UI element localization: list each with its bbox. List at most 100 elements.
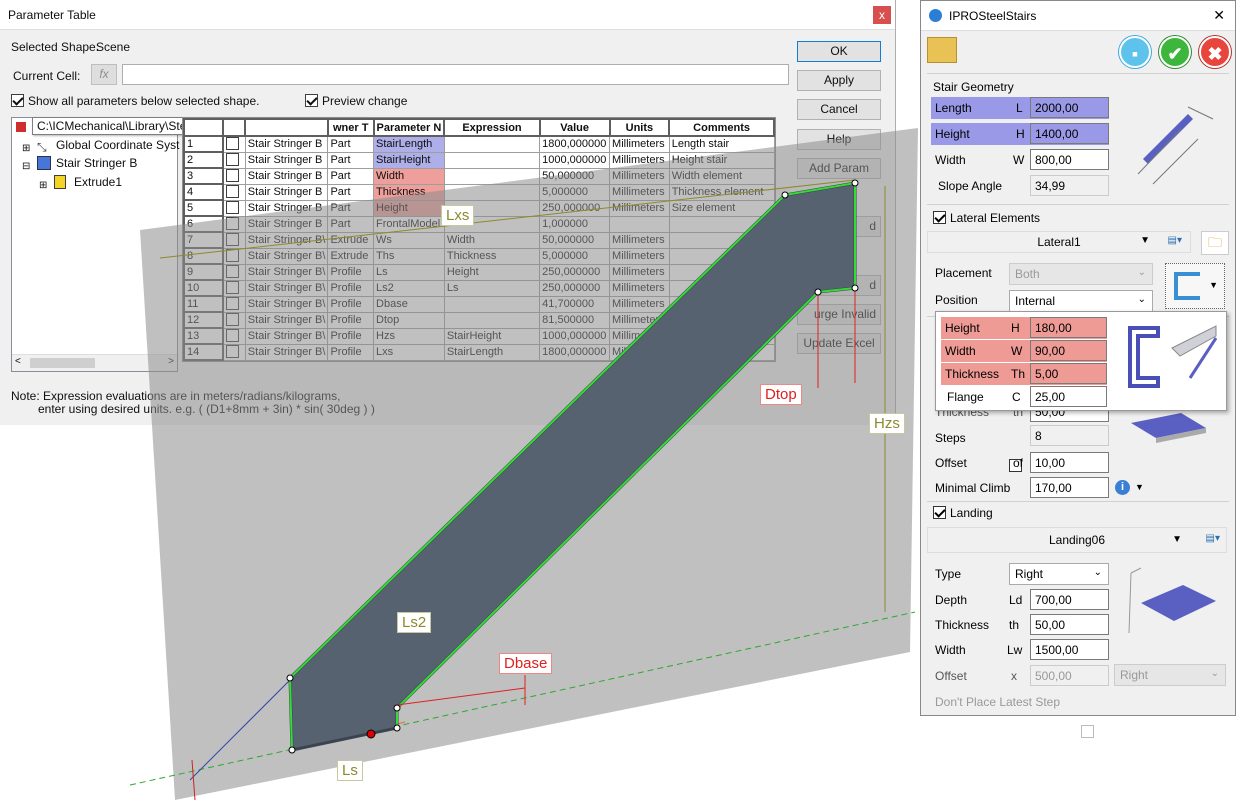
cell-parameter[interactable]: StairLength [373, 135, 445, 153]
partial-button-1[interactable]: d [797, 216, 881, 237]
close-icon[interactable]: x [873, 6, 891, 24]
vertex-point[interactable] [286, 674, 294, 682]
table-row[interactable]: 9 Stair Stringer B\ Profile Ls Height 250,000… [183, 263, 775, 281]
cell-owner[interactable]: Extrude [327, 231, 375, 249]
origin-point[interactable] [366, 729, 376, 739]
cell-name[interactable]: Stair Stringer B [244, 135, 329, 153]
vertex-point[interactable] [393, 724, 401, 732]
list-icon[interactable]: ▤▾ [1168, 235, 1182, 246]
cell-comments[interactable] [668, 247, 775, 265]
table-row[interactable]: 5 Stair Stringer B Part Height 250,000000 Mil… [183, 199, 775, 217]
cell-units[interactable]: Millim [609, 343, 670, 361]
checkbox-icon[interactable] [225, 249, 239, 262]
cell-expression[interactable] [443, 183, 541, 201]
reset-circle-icon[interactable]: ▪ [1119, 36, 1151, 68]
cell-owner[interactable]: Profile [327, 295, 375, 313]
cell-value[interactable]: 5,000000 [539, 183, 611, 201]
cell-value[interactable]: 1,000000 [539, 215, 611, 233]
cell-comments[interactable] [668, 263, 775, 281]
col-header-check[interactable] [221, 118, 247, 137]
cell-owner[interactable]: Profile [327, 311, 375, 329]
cell-expression[interactable] [443, 295, 541, 313]
checkbox-icon[interactable] [225, 185, 239, 198]
cell-index[interactable]: 1 [183, 135, 224, 153]
vertex-point[interactable] [393, 704, 401, 712]
cell-value[interactable]: 1800,000000 [539, 135, 611, 153]
cell-expression[interactable]: Height [443, 263, 541, 281]
col-header-value[interactable]: Value [538, 118, 611, 137]
cell-expression[interactable]: Ls [443, 279, 541, 297]
info-icon[interactable]: i [1115, 480, 1130, 495]
cell-parameter[interactable]: StairHeight [373, 151, 445, 169]
scroll-right-icon[interactable]: > [168, 356, 174, 367]
table-row[interactable]: 3 Stair Stringer B Part Width 50,000000 Milli… [183, 167, 775, 185]
cell-index[interactable]: 10 [183, 279, 224, 297]
table-row[interactable]: 13 Stair Stringer B\ Profile Hzs StairHeight… [183, 327, 775, 345]
cell-value[interactable]: 250,000000 [539, 279, 611, 297]
cell-units[interactable]: Millimeters [609, 151, 670, 169]
ok-check-icon[interactable]: ✔ [1159, 36, 1191, 68]
depth-input[interactable]: 700,00 [1030, 589, 1109, 610]
cell-comments[interactable] [668, 327, 775, 345]
collapse-icon[interactable]: ⊟ [22, 161, 30, 172]
cell-parameter[interactable]: Hzs [373, 327, 445, 345]
checkbox-icon[interactable] [225, 217, 239, 230]
cell-value[interactable]: 1000,000000 [539, 327, 611, 345]
cell-expression[interactable]: Thickness [443, 247, 541, 265]
cell-checkbox[interactable] [222, 311, 246, 329]
purge-invalid-button[interactable]: urge Invalid [797, 304, 881, 325]
cell-units[interactable]: Millimeters [609, 263, 670, 281]
table-row[interactable]: 14 Stair Stringer B\ Profile Lxs StairLength… [183, 343, 775, 361]
add-param-button[interactable]: Add Param [797, 158, 881, 179]
cell-checkbox[interactable] [222, 295, 246, 313]
cell-index[interactable]: 12 [183, 311, 224, 329]
landing-thickness-input[interactable]: 50,00 [1030, 614, 1109, 635]
open-lateral-icon[interactable]: 🗀 [1201, 231, 1229, 255]
cell-owner[interactable]: Part [327, 199, 375, 217]
cell-comments[interactable]: Length stair [668, 135, 775, 153]
col-header-name[interactable] [244, 118, 329, 137]
cell-checkbox[interactable] [222, 199, 246, 217]
checkbox-icon[interactable] [225, 153, 239, 166]
cell-parameter[interactable]: Ths [373, 247, 445, 265]
checkbox-icon[interactable] [225, 137, 239, 151]
open-folder-icon[interactable] [927, 37, 957, 63]
cell-value[interactable]: 5,000000 [539, 247, 611, 265]
checkbox-icon[interactable] [225, 201, 239, 214]
vertex-point[interactable] [288, 746, 296, 754]
cell-checkbox[interactable] [222, 183, 246, 201]
cell-expression[interactable]: Width [443, 231, 541, 249]
cell-name[interactable]: Stair Stringer B [244, 167, 329, 185]
cell-owner[interactable]: Part [327, 135, 375, 153]
cell-value[interactable]: 250,000000 [539, 199, 611, 217]
cell-units[interactable] [609, 215, 670, 233]
cell-owner[interactable]: Part [327, 167, 375, 185]
cell-name[interactable]: Stair Stringer B\ [244, 231, 329, 249]
cell-expression[interactable] [443, 311, 541, 329]
table-row[interactable]: 10 Stair Stringer B\ Profile Ls2 Ls 250,00000… [183, 279, 775, 297]
table-row[interactable]: 12 Stair Stringer B\ Profile Dtop 81,500000 M… [183, 311, 775, 329]
lateral-select[interactable]: Lateral1 ▼ ▤▾ [927, 231, 1191, 253]
cell-checkbox[interactable] [222, 135, 246, 153]
fx-icon[interactable]: fx [91, 64, 117, 85]
minimal-climb-input[interactable]: 170,00 [1030, 477, 1109, 498]
cell-value[interactable]: 250,000000 [539, 263, 611, 281]
landing-width-input[interactable]: 1500,00 [1030, 639, 1109, 660]
cell-parameter[interactable]: Thickness [373, 183, 445, 201]
cell-owner[interactable]: Profile [327, 343, 375, 361]
preview-change-checkbox[interactable]: Preview change [305, 94, 407, 108]
cell-index[interactable]: 13 [183, 327, 224, 345]
cell-name[interactable]: Stair Stringer B\ [244, 263, 329, 281]
scroll-thumb[interactable] [30, 358, 95, 368]
tree-item-global[interactable]: Global Coordinate Syst [56, 138, 179, 152]
cell-units[interactable]: Millimeters [609, 135, 670, 153]
cell-parameter[interactable]: FrontalModel [373, 215, 445, 233]
cell-units[interactable]: Millimeters [609, 311, 670, 329]
landing-type-select[interactable]: Right ⌄ [1009, 563, 1109, 585]
expand-icon[interactable]: ⊞ [39, 180, 47, 191]
cell-index[interactable]: 5 [183, 199, 224, 217]
cell-comments[interactable] [668, 295, 775, 313]
cell-expression[interactable]: StairHeight [443, 327, 541, 345]
landing-checkbox[interactable]: Landing [933, 506, 993, 520]
placement-select[interactable]: Both ⌄ [1009, 263, 1153, 285]
